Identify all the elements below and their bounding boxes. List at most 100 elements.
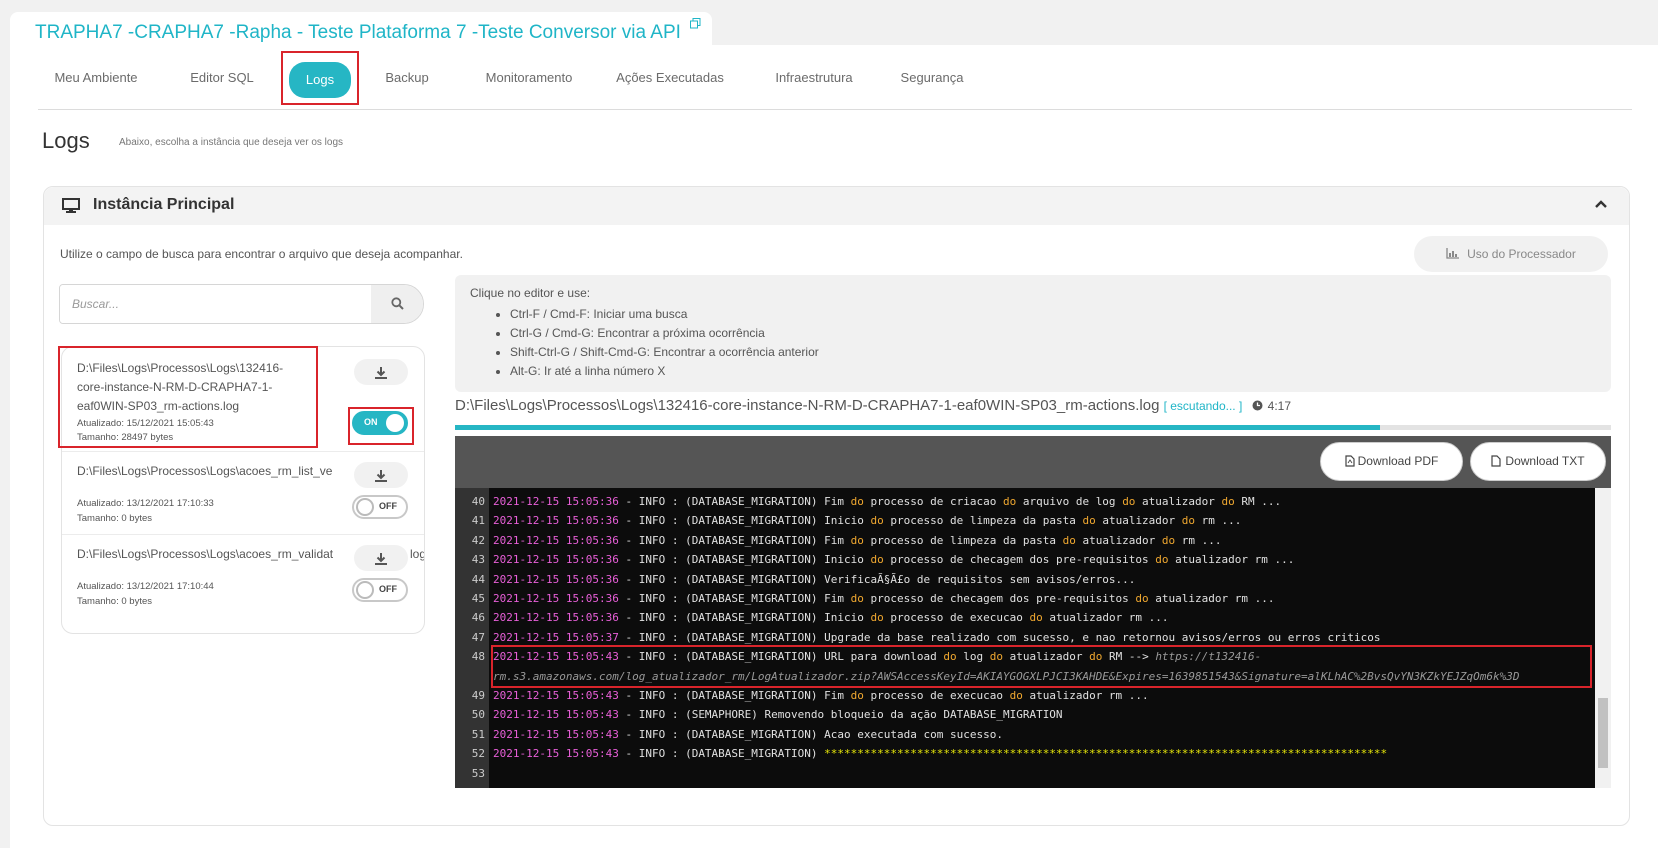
log-text: rm ... (1175, 533, 1222, 547)
line-number: 46 (471, 611, 485, 625)
line-number: 48 (471, 650, 485, 664)
download-pdf-label: Download PDF (1357, 454, 1439, 468)
log-text: rm ... (1195, 514, 1242, 528)
nav-divider (38, 109, 1632, 110)
log-text: processo de execucao (863, 689, 1010, 702)
listen-toggle[interactable]: OFF (352, 578, 408, 602)
tab-infraestrutura[interactable]: Infraestrutura (766, 62, 862, 94)
code-line: 2021-12-15 15:05:43 - INFO : (DATABASE_M… (493, 728, 1003, 741)
log-timestamp: 2021-12-15 15:05:36 (493, 495, 619, 508)
help-list: Ctrl-F / Cmd-F: Iniciar uma busca Ctrl-G… (510, 305, 819, 381)
instance-panel-header[interactable] (44, 187, 1629, 225)
search-input[interactable] (60, 285, 371, 323)
elapsed-time: 4:17 (1267, 399, 1292, 413)
keyword-token: do (1009, 689, 1023, 702)
log-text: atualizador rm ... (1042, 611, 1169, 625)
download-button[interactable] (354, 359, 408, 385)
keyword-token: do (1155, 553, 1169, 567)
keyword-token: do (1082, 514, 1096, 528)
editor-scrollbar[interactable] (1595, 488, 1611, 788)
clock-icon (1252, 398, 1263, 415)
keyword-token: do (870, 553, 884, 567)
line-number: 50 (471, 708, 485, 722)
keyword-token: do (1161, 533, 1176, 547)
text-file-icon (1491, 445, 1502, 482)
page-subtitle: Abaixo, escolha a instância que deseja v… (119, 137, 344, 148)
log-timestamp: 2021-12-15 15:05:36 (493, 572, 619, 586)
tab-monitoramento[interactable]: Monitoramento (468, 62, 590, 94)
search-box (59, 284, 424, 324)
log-text: arquivo de log (1016, 495, 1123, 508)
file-path-overflow: log (410, 547, 424, 561)
keyword-token: do (1221, 495, 1235, 508)
cpu-usage-button[interactable]: Uso do Processador (1414, 236, 1608, 272)
log-timestamp: 2021-12-15 15:05:36 (493, 533, 619, 547)
file-path: D:\Files\Logs\Processos\Logs\acoes_rm_va… (77, 547, 334, 561)
tab-logs[interactable]: Logs (289, 62, 351, 98)
log-text: - INFO : (DATABASE_MIGRATION) Fim (618, 592, 851, 605)
chevron-up-icon[interactable] (1595, 196, 1607, 212)
help-item: Ctrl-F / Cmd-F: Iniciar uma busca (510, 305, 819, 324)
log-text: atualizador (1135, 495, 1222, 508)
file-item[interactable]: D:\Files\Logs\Processos\Logs\acoes_rm_va… (62, 535, 424, 633)
search-button[interactable] (371, 285, 423, 323)
tab-seguranca[interactable]: Segurança (894, 62, 970, 94)
download-button[interactable] (354, 545, 408, 571)
help-item: Shift-Ctrl-G / Shift-Cmd-G: Encontrar a … (510, 343, 819, 362)
toggle-label: OFF (379, 501, 397, 511)
download-txt-label: Download TXT (1505, 454, 1585, 468)
help-item: Ctrl-G / Cmd-G: Encontrar a próxima ocor… (510, 324, 819, 343)
keyword-token: do (850, 689, 864, 702)
help-item: Alt-G: Ir até a linha número X (510, 362, 819, 381)
code-line: 2021-12-15 15:05:36 - INFO : (DATABASE_M… (493, 534, 1222, 547)
log-text: atualizador rm ... (1022, 689, 1149, 702)
file-size: Tamanho: 0 bytes (77, 513, 152, 524)
code-line: 2021-12-15 15:05:43 - INFO : (DATABASE_M… (493, 689, 1149, 702)
copy-icon[interactable] (690, 18, 701, 32)
line-number: 52 (471, 747, 485, 761)
bar-chart-icon (1446, 237, 1460, 273)
tab-acoes-executadas[interactable]: Ações Executadas (606, 62, 734, 94)
line-number: 44 (471, 572, 485, 586)
keyword-token: do (1122, 495, 1136, 508)
log-text: processo de checagem dos pre-requisitos (863, 592, 1136, 605)
line-number: 45 (471, 592, 485, 605)
listen-toggle[interactable]: OFF (352, 495, 408, 519)
keyword-token: do (850, 533, 864, 547)
tab-editor-sql[interactable]: Editor SQL (180, 62, 264, 94)
download-icon (375, 366, 387, 384)
download-txt-button[interactable]: Download TXT (1470, 442, 1606, 481)
log-text: - INFO : (SEMAPHORE) Removendo bloqueio … (618, 708, 1063, 722)
code-line: 2021-12-15 15:05:43 - INFO : (SEMAPHORE)… (493, 708, 1063, 721)
tab-meu-ambiente[interactable]: Meu Ambiente (45, 62, 147, 94)
log-text: atualizador rm ... (1168, 553, 1295, 567)
log-editor[interactable]: 40 2021-12-15 15:05:36 - INFO : (DATABASE… (455, 488, 1595, 788)
line-number: 42 (471, 533, 485, 547)
keyword-token: do (870, 514, 884, 528)
log-text: atualizador (1075, 533, 1162, 547)
download-button[interactable] (354, 462, 408, 488)
log-text: - INFO : (DATABASE_MIGRATION) Fim (618, 495, 851, 508)
log-text: - INFO : (DATABASE_MIGRATION) VerificaÃ§… (618, 572, 1136, 586)
log-timestamp: 2021-12-15 15:05:37 (493, 630, 619, 644)
log-timestamp: 2021-12-15 15:05:36 (493, 514, 619, 528)
line-number: 40 (471, 495, 485, 508)
tab-backup[interactable]: Backup (376, 62, 438, 94)
log-file-header: D:\Files\Logs\Processos\Logs\132416-core… (455, 397, 1291, 415)
download-pdf-button[interactable]: Download PDF (1320, 442, 1463, 481)
help-intro: Clique no editor e use: (470, 286, 591, 300)
line-number: 47 (471, 630, 485, 644)
panel-title: Instância Principal (93, 196, 235, 213)
code-line: 2021-12-15 15:05:36 - INFO : (DATABASE_M… (493, 592, 1275, 605)
log-timestamp: 2021-12-15 15:05:36 (493, 611, 619, 625)
keyword-token: do (1062, 533, 1076, 547)
log-text: processo de limpeza da pasta (863, 533, 1063, 547)
log-text: - INFO : (DATABASE_MIGRATION) Fim (618, 689, 851, 702)
toggle-label: OFF (379, 584, 397, 594)
file-updated: Atualizado: 13/12/2021 17:10:44 (77, 581, 214, 592)
file-item[interactable]: D:\Files\Logs\Processos\Logs\acoes_rm_li… (62, 452, 424, 535)
scrollbar-thumb[interactable] (1598, 698, 1608, 768)
code-line: 2021-12-15 15:05:36 - INFO : (DATABASE_M… (493, 514, 1241, 527)
log-timestamp: 2021-12-15 15:05:43 (493, 708, 619, 722)
log-timestamp: 2021-12-15 15:05:36 (493, 553, 619, 567)
